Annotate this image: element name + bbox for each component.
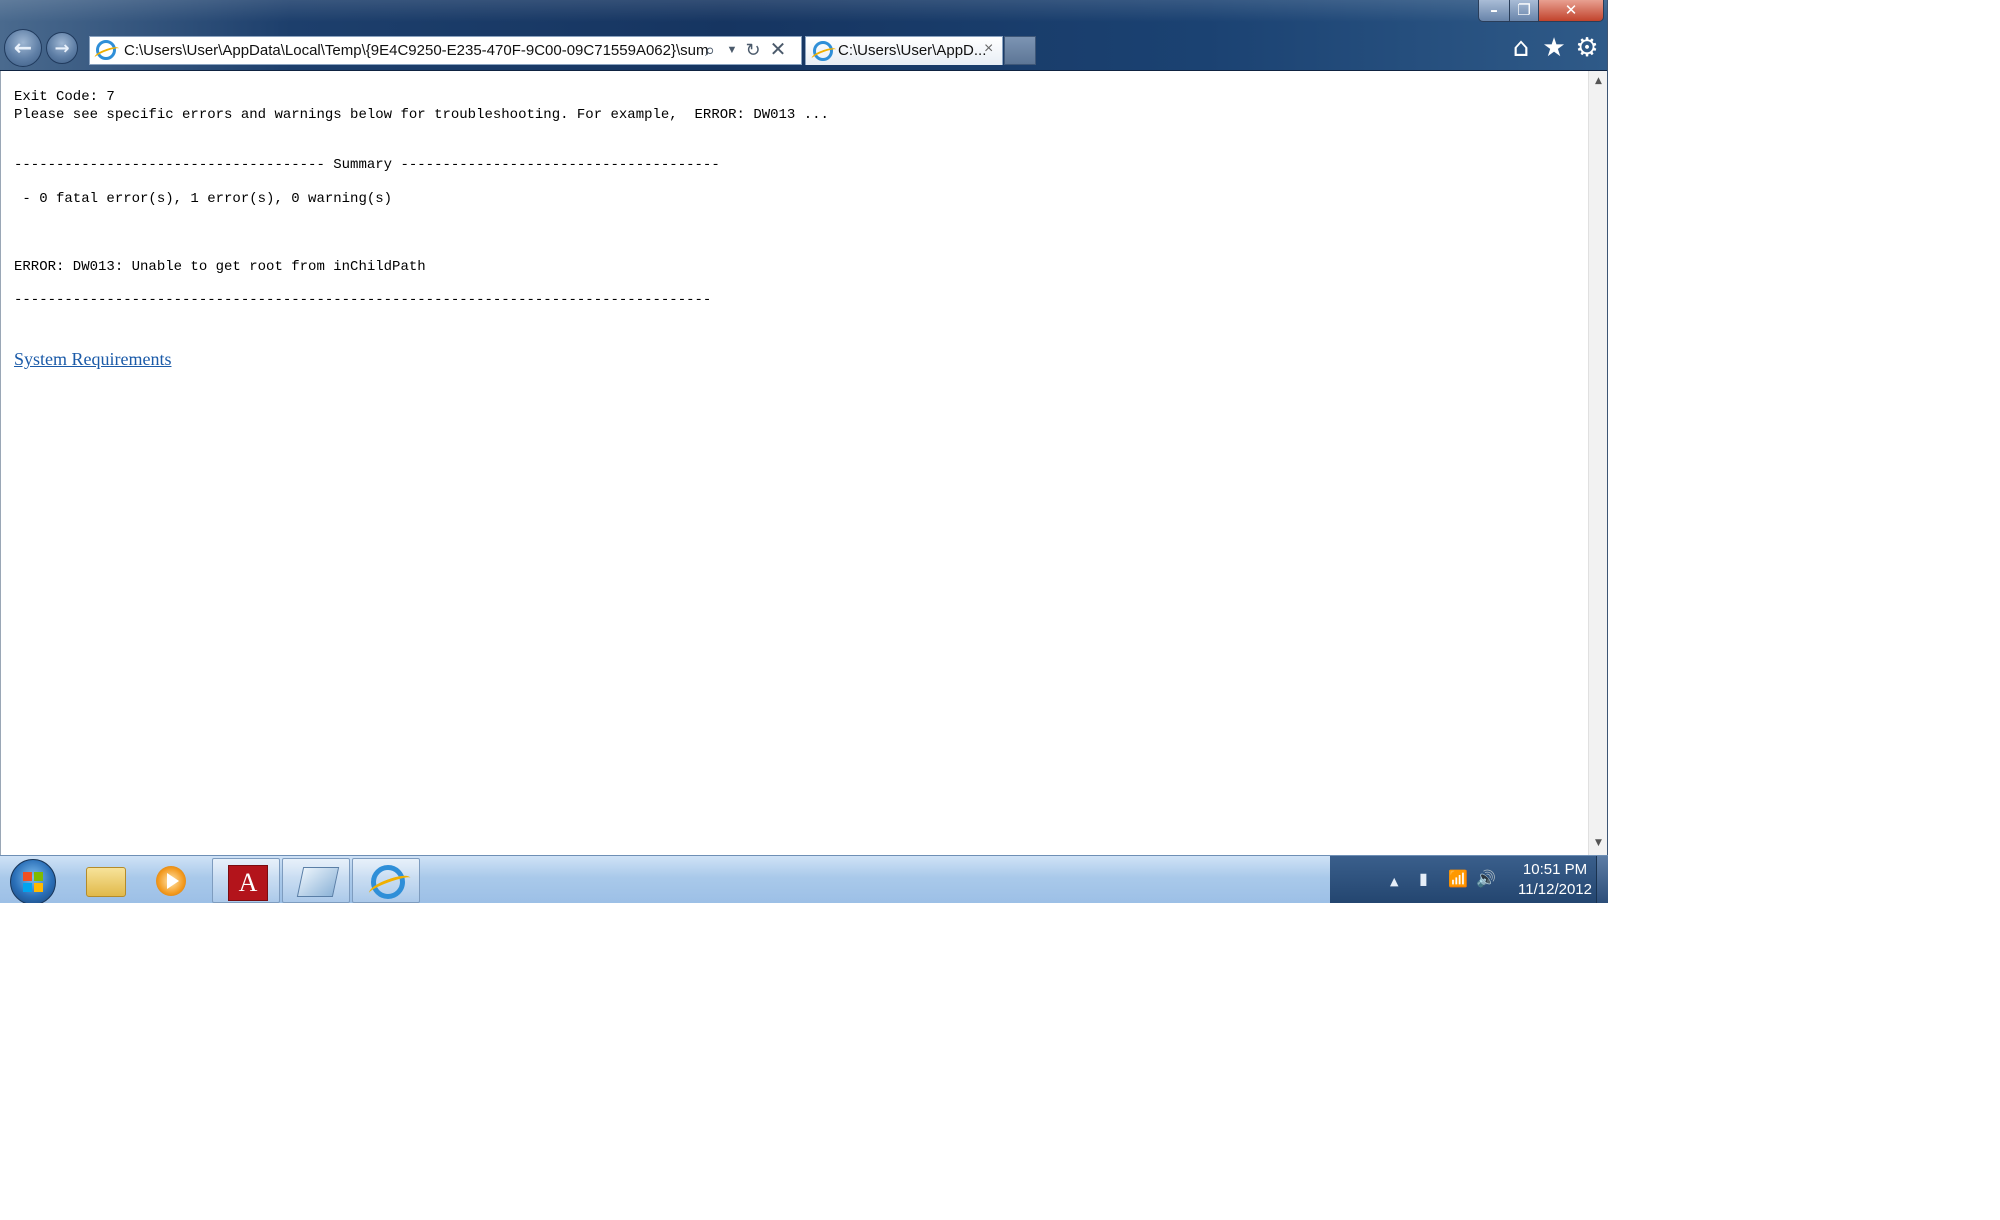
instructions-text: Please see specific errors and warnings … [14, 107, 829, 123]
scroll-down-icon[interactable]: ▼ [1589, 835, 1608, 851]
battery-icon[interactable]: ▮ [1419, 869, 1428, 889]
show-desktop-button[interactable] [1596, 856, 1608, 903]
exit-code-text: Exit Code: 7 [14, 89, 115, 105]
back-arrow-icon: ← [13, 35, 33, 61]
tab-active[interactable]: C:\Users\User\AppD... × [805, 36, 1003, 65]
system-requirements-link[interactable]: System Requirements [14, 349, 171, 370]
installer-icon [296, 867, 340, 897]
taskbar-acrobat[interactable]: A [212, 858, 280, 903]
clock[interactable]: 10:51 PM 11/12/2012 [1508, 860, 1602, 900]
folder-icon [86, 867, 126, 897]
forward-button[interactable]: → [46, 32, 78, 64]
summary-header: ------------------------------------- Su… [14, 157, 720, 173]
error-message: ERROR: DW013: Unable to get root from in… [14, 259, 426, 275]
close-tab-icon[interactable]: × [984, 40, 993, 58]
maximize-button[interactable]: ❐ [1509, 0, 1539, 22]
show-hidden-icons-icon[interactable]: ▲ [1390, 872, 1398, 892]
scroll-up-icon[interactable]: ▲ [1589, 73, 1608, 89]
address-bar[interactable]: C:\Users\User\AppData\Local\Temp\{9E4C92… [89, 36, 802, 65]
media-player-icon [156, 866, 186, 896]
minimize-button[interactable]: – [1478, 0, 1510, 22]
windows-logo-icon [23, 872, 32, 881]
chevron-down-icon[interactable]: ▼ [724, 37, 740, 64]
ie-page-icon [96, 40, 116, 60]
start-button[interactable] [10, 859, 56, 903]
windows-logo-icon [34, 883, 43, 892]
ie-tab-icon [813, 41, 833, 61]
windows-logo-icon [23, 883, 32, 892]
gear-icon[interactable]: ⚙ [1573, 34, 1601, 62]
network-icon[interactable]: 📶 [1448, 869, 1468, 889]
close-window-button[interactable]: ✕ [1538, 0, 1604, 22]
search-icon[interactable]: ⌕ [698, 37, 722, 64]
window-border [1607, 0, 1608, 903]
address-url[interactable]: C:\Users\User\AppData\Local\Temp\{9E4C92… [124, 41, 786, 61]
system-tray: ▲ ▮ 📶 🔊 10:51 PM 11/12/2012 [1330, 856, 1608, 903]
favorites-star-icon[interactable]: ★ [1540, 34, 1568, 62]
screen: – ❐ ✕ ← → C:\Users\User\AppData\Local\Te… [0, 0, 1608, 903]
tab-title: C:\Users\User\AppD... [838, 42, 987, 59]
error-counts-text: - 0 fatal error(s), 1 error(s), 0 warnin… [14, 191, 393, 207]
refresh-icon[interactable]: ↻ [742, 37, 764, 64]
browser-titlebar: – ❐ ✕ ← → C:\Users\User\AppData\Local\Te… [0, 0, 1608, 71]
home-icon[interactable]: ⌂ [1507, 34, 1535, 62]
divider: ----------------------------------------… [14, 292, 712, 308]
new-tab-button[interactable] [1004, 36, 1036, 65]
clock-time: 10:51 PM [1522, 861, 1588, 878]
forward-arrow-icon: → [54, 37, 70, 59]
taskbar-installer[interactable] [282, 858, 350, 903]
clock-date: 11/12/2012 [1518, 881, 1592, 898]
volume-icon[interactable]: 🔊 [1476, 869, 1496, 889]
acrobat-icon: A [228, 865, 268, 901]
stop-icon[interactable]: ✕ [767, 37, 789, 64]
back-button[interactable]: ← [4, 29, 42, 67]
taskbar-internet-explorer[interactable] [352, 858, 420, 903]
taskbar-explorer[interactable] [72, 858, 140, 903]
internet-explorer-icon [371, 865, 405, 899]
windows-logo-icon [34, 872, 43, 881]
page-content: Exit Code: 7 Please see specific errors … [0, 71, 1589, 855]
taskbar-media-player[interactable] [138, 858, 206, 903]
taskbar: A ▲ ▮ 📶 🔊 10:51 PM 11/12/2012 [0, 855, 1608, 903]
vertical-scrollbar[interactable]: ▲ ▼ [1588, 71, 1608, 855]
